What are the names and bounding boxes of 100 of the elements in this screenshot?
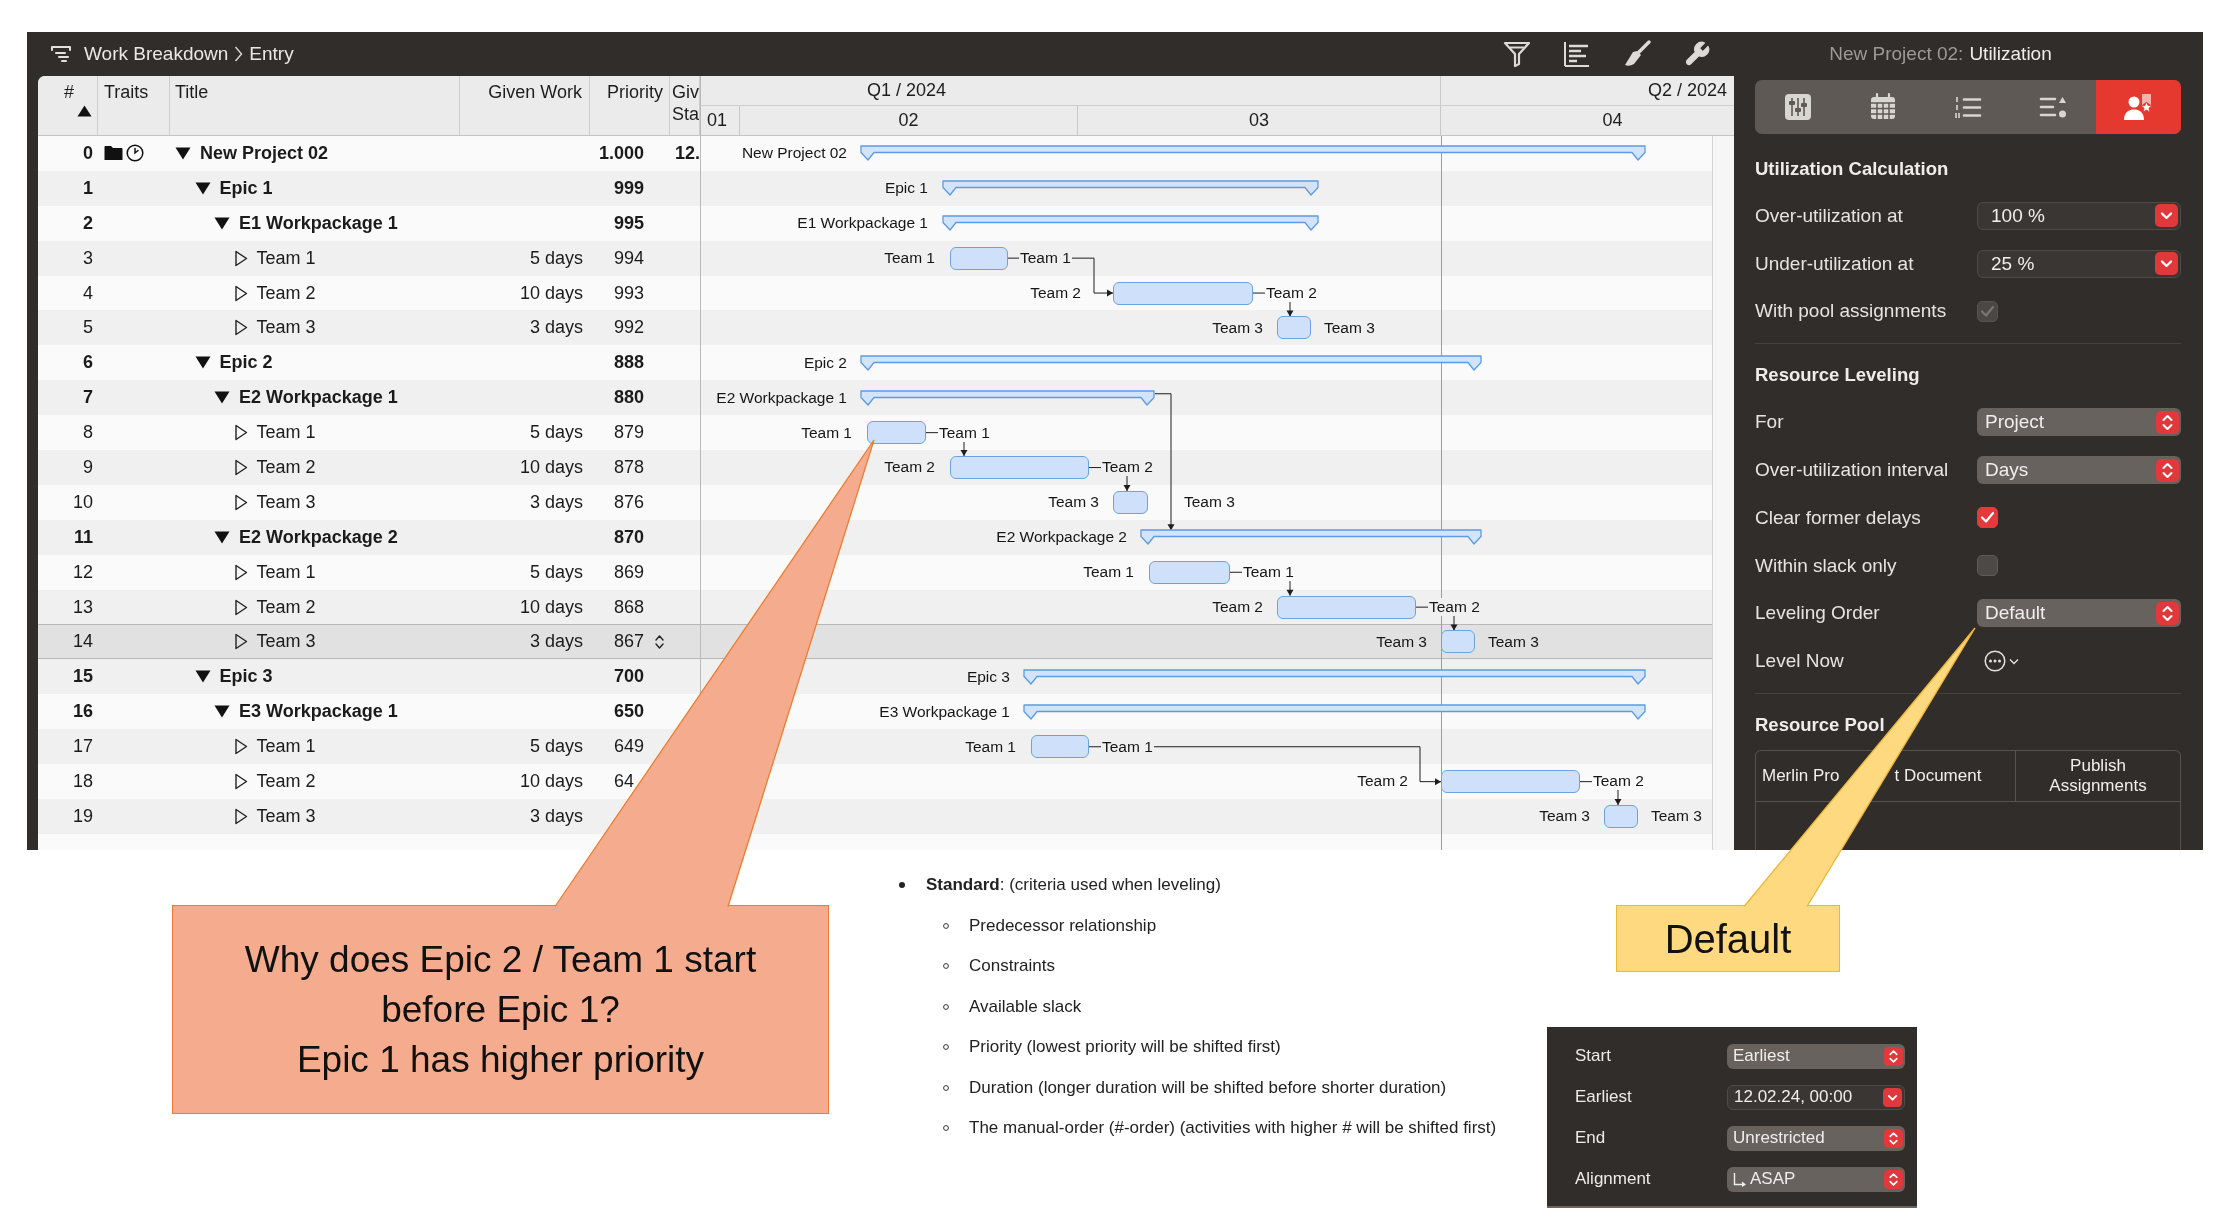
disclosure-triangle-icon[interactable] [214, 391, 230, 405]
disclosure-triangle-icon[interactable] [214, 216, 230, 230]
row-number: 5 [83, 317, 93, 339]
table-row[interactable]: 15 Epic 3 700 [38, 659, 700, 695]
column-header[interactable]: Giv Sta [670, 76, 700, 135]
row-title: Team 3 [256, 491, 316, 513]
column-header[interactable]: Merlin Pro t Document [1756, 751, 2015, 802]
column-header[interactable]: Given Work [460, 76, 590, 135]
table-row[interactable]: 7 E2 Workpackage 1 880 [38, 380, 700, 416]
disclosure-triangle-icon[interactable] [214, 705, 230, 719]
field-label: Leveling Order [1755, 602, 1881, 625]
popup-button[interactable]: ASAP [1727, 1166, 1905, 1192]
combo-box[interactable]: 25 % [1977, 249, 2181, 278]
disclosure-triangle-icon[interactable] [233, 598, 248, 616]
disclosure-triangle-icon[interactable] [233, 493, 248, 511]
disclosure-triangle-icon[interactable] [233, 807, 248, 825]
disclosure-triangle-icon[interactable] [233, 424, 248, 442]
priority-value: 994 [613, 247, 644, 269]
disclosure-triangle-icon[interactable] [233, 458, 248, 476]
disclosure-triangle-icon[interactable] [194, 670, 211, 684]
chevron-down-icon [2155, 204, 2178, 228]
combo-box[interactable]: 12.02.24, 00:00 [1727, 1084, 1905, 1110]
priority-value: 1.000 [598, 142, 644, 164]
chevron-right-icon [234, 45, 244, 63]
breadcrumb-item[interactable]: Work Breakdown [84, 43, 229, 65]
row-title: Team 2 [256, 456, 316, 478]
stepper-icon[interactable] [655, 633, 664, 650]
given-work: 5 days [529, 247, 583, 269]
bar-label: E2 Workpackage 2 [995, 528, 1128, 547]
row-title: Team 1 [256, 247, 316, 269]
popup-button[interactable]: Days [1977, 456, 2181, 485]
priority-value: 870 [613, 526, 644, 548]
row-number: 7 [83, 387, 93, 409]
table-row[interactable]: 11 E2 Workpackage 2 870 [38, 519, 700, 555]
corner-arrow-icon [1733, 1171, 1747, 1187]
given-work: 5 days [529, 736, 583, 758]
table-row[interactable]: 14 Team 3 3 days 867 [38, 624, 700, 660]
up-down-chevron-icon [1884, 1169, 1903, 1189]
brush-icon[interactable] [1622, 40, 1652, 68]
row-number: 18 [72, 770, 93, 792]
hollow-bullet-icon [943, 1044, 949, 1050]
field-label: Within slack only [1755, 554, 1898, 577]
hollow-bullet-icon [943, 922, 949, 929]
disclosure-triangle-icon[interactable] [194, 181, 211, 195]
popup-button[interactable]: Earliest [1727, 1043, 1905, 1069]
field-label: Level Now [1755, 650, 1845, 673]
column-header[interactable]: Title [170, 76, 460, 135]
column-header[interactable]: Traits [98, 76, 170, 135]
scrollbar-track[interactable] [1712, 136, 1734, 850]
popup-button[interactable]: Default [1977, 599, 2181, 628]
breadcrumb-item[interactable]: Entry [249, 43, 294, 65]
priority-value: 649 [613, 736, 644, 758]
table-row[interactable]: 9 Team 2 10 days 878 [38, 450, 700, 485]
row-number: 19 [72, 805, 93, 827]
quarter-label: Q2 / 2024 [1647, 80, 1727, 101]
row-title: E2 Workpackage 2 [239, 526, 398, 548]
combo-box[interactable]: 100 % [1977, 201, 2181, 230]
sort-ascending-icon [77, 105, 92, 117]
popup-button[interactable]: Project [1977, 408, 2181, 437]
field-label: Under-utilization at [1755, 252, 1915, 275]
disclosure-triangle-icon[interactable] [194, 356, 211, 370]
row-title: Epic 3 [219, 666, 273, 688]
disclosure-triangle-icon[interactable] [214, 530, 230, 544]
priority-value: 869 [613, 561, 644, 583]
more-menu-button[interactable] [1984, 650, 2019, 673]
column-header[interactable]: # [38, 76, 98, 135]
month-label: 04 [1602, 110, 1623, 131]
column-header[interactable]: Priority [590, 76, 670, 135]
table-row[interactable]: 5 Team 3 3 days 992 [38, 310, 700, 346]
table-row[interactable]: 3 Team 1 5 days 994 [38, 240, 700, 276]
up-down-chevron-icon [2156, 458, 2179, 482]
funnel-icon[interactable] [1502, 40, 1532, 68]
inspector-tab[interactable] [2095, 80, 2181, 134]
chevron-down-icon [1883, 1087, 1902, 1107]
disclosure-triangle-icon[interactable] [233, 249, 248, 267]
row-number: 15 [72, 666, 93, 688]
align-left-icon[interactable] [1562, 40, 1592, 68]
priority-value: 867 [613, 631, 644, 653]
disclosure-triangle-icon[interactable] [233, 284, 248, 302]
priority-value: 993 [613, 282, 644, 304]
table-row[interactable]: 13 Team 2 10 days 868 [38, 589, 700, 625]
checkbox[interactable] [1977, 555, 1998, 577]
popup-button[interactable]: Unrestricted [1727, 1125, 1905, 1151]
disclosure-triangle-icon[interactable] [233, 563, 248, 581]
given-work: 5 days [529, 561, 583, 583]
checkbox[interactable] [1977, 507, 1998, 529]
table-row[interactable]: 1 Epic 1 999 [38, 170, 700, 206]
bar-label: E1 Workpackage 1 [796, 214, 929, 233]
priority-value: 878 [613, 456, 644, 478]
section-title: Resource Pool [1755, 714, 1885, 736]
column-header[interactable]: Publish Assignments [2015, 751, 2180, 802]
disclosure-triangle-icon[interactable] [233, 319, 248, 337]
disclosure-triangle-icon[interactable] [233, 738, 248, 756]
hollow-bullet-icon [943, 1003, 949, 1010]
disclosure-triangle-icon[interactable] [233, 633, 248, 651]
priority-value: 879 [613, 422, 644, 444]
row-number: 6 [83, 352, 93, 374]
given-work: 10 days [519, 282, 583, 304]
disclosure-triangle-icon[interactable] [233, 772, 248, 790]
disclosure-triangle-icon[interactable] [175, 146, 191, 160]
